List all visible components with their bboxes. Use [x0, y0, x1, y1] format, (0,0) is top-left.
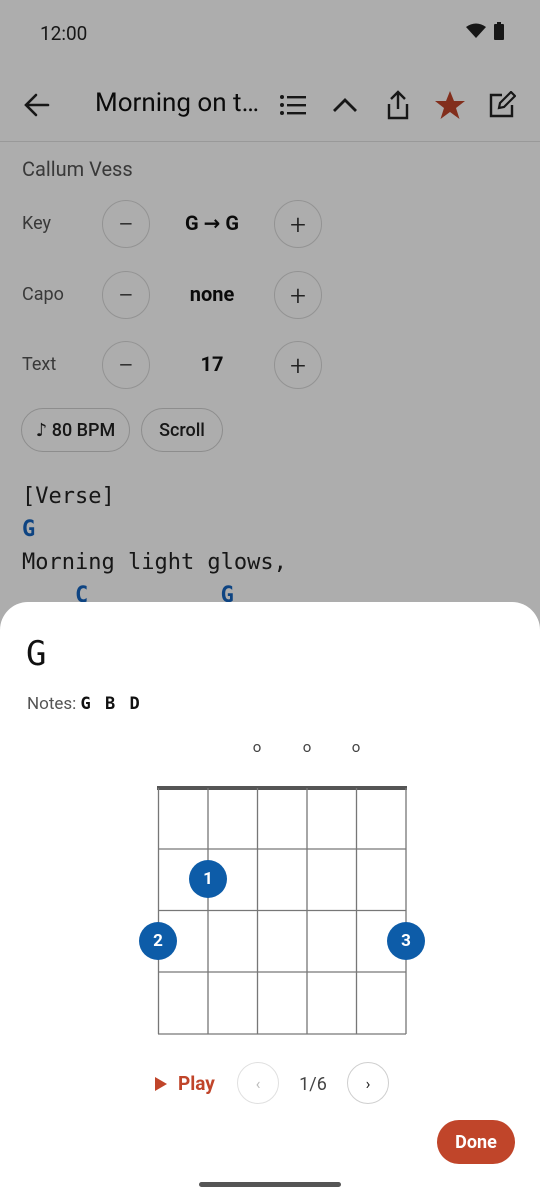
finger-dot: 1: [189, 860, 227, 898]
nut: [157, 786, 407, 790]
next-voicing-button[interactable]: ›: [347, 1062, 389, 1104]
voicing-page-indicator: 1/6: [299, 1074, 327, 1095]
chord-sheet: G Notes: G B D o o o 1 2 3 Play ‹ 1/6 › …: [0, 602, 540, 1200]
done-button[interactable]: Done: [437, 1120, 515, 1164]
previous-voicing-button[interactable]: ‹: [237, 1062, 279, 1104]
play-button[interactable]: Play: [154, 1072, 215, 1095]
finger-dot: 3: [387, 922, 425, 960]
play-icon: [155, 1076, 167, 1091]
screen: 12:00 Morning on the Hill Callum Vess Ke…: [0, 0, 540, 1200]
finger-dot: 2: [139, 922, 177, 960]
home-indicator[interactable]: [199, 1182, 341, 1187]
play-label: Play: [178, 1072, 215, 1095]
chord-diagram: [157, 786, 407, 1035]
